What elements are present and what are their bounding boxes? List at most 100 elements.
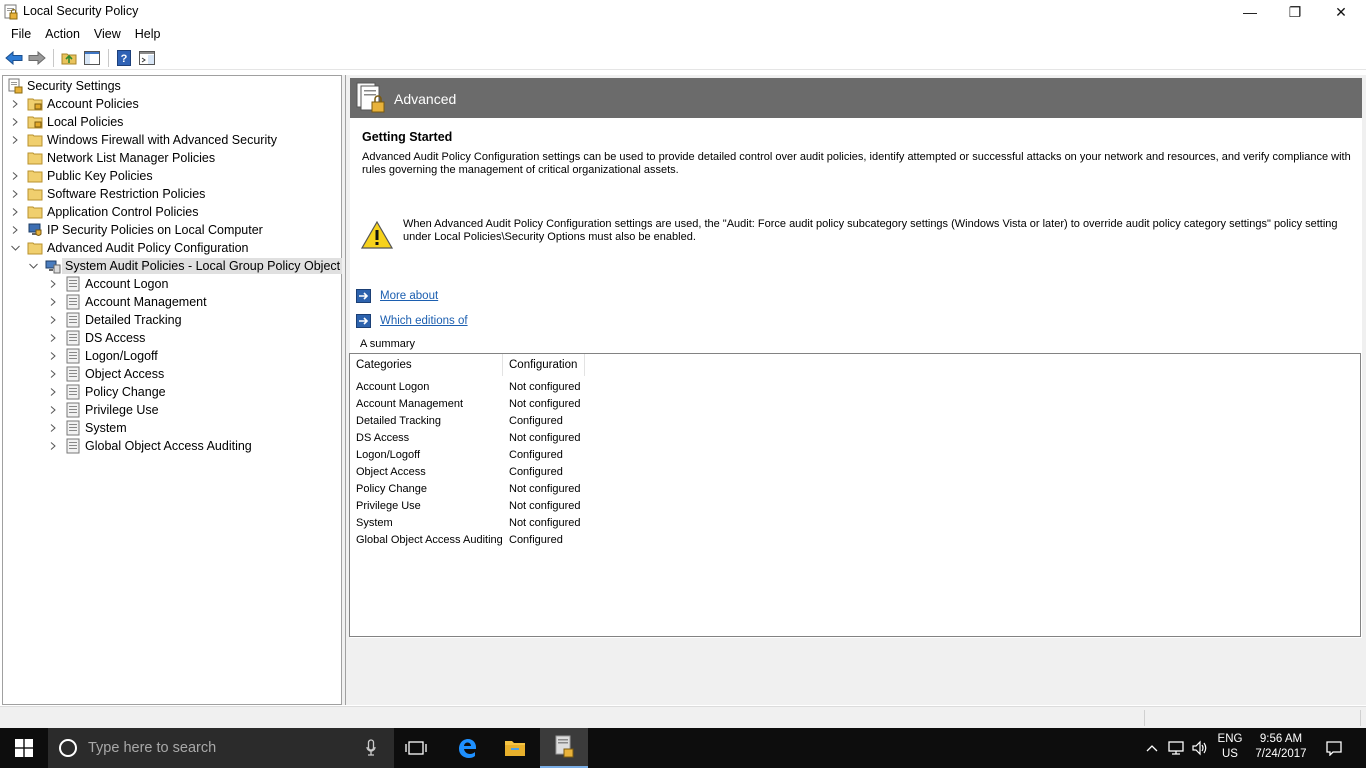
toolbar-separator bbox=[108, 48, 109, 67]
maximize-button[interactable]: ❐ bbox=[1272, 0, 1318, 24]
taskbar-search-box[interactable]: Type here to search bbox=[48, 728, 394, 768]
chevron-right-icon[interactable] bbox=[9, 116, 21, 128]
configuration-cell: Not configured bbox=[509, 500, 581, 512]
tree-child-detailed-tracking[interactable]: Detailed Tracking bbox=[47, 311, 182, 329]
language-code: ENG bbox=[1217, 733, 1243, 745]
console-tree[interactable]: Security Settings Account Policies Local… bbox=[2, 75, 344, 705]
chevron-right-icon[interactable] bbox=[47, 332, 59, 344]
table-row[interactable]: Policy Change Not configured bbox=[350, 481, 590, 498]
more-about-link[interactable]: More about bbox=[380, 290, 438, 302]
chevron-right-icon[interactable] bbox=[47, 314, 59, 326]
table-row[interactable]: Global Object Access Auditing Configured bbox=[350, 532, 590, 549]
table-row[interactable]: Object Access Configured bbox=[350, 464, 590, 481]
language-indicator[interactable]: ENG US bbox=[1212, 733, 1248, 760]
up-folder-icon[interactable] bbox=[59, 48, 79, 68]
table-row[interactable]: Account Management Not configured bbox=[350, 396, 590, 413]
which-editions-link-row[interactable]: Which editions of bbox=[356, 313, 468, 329]
microphone-icon[interactable] bbox=[366, 739, 376, 757]
chevron-right-icon[interactable] bbox=[47, 404, 59, 416]
more-about-link-row[interactable]: More about bbox=[356, 288, 438, 304]
tree-item-local-policies[interactable]: Local Policies bbox=[9, 113, 123, 131]
chevron-right-icon[interactable] bbox=[47, 296, 59, 308]
table-row[interactable]: System Not configured bbox=[350, 515, 590, 532]
table-row[interactable]: Account Logon Not configured bbox=[350, 379, 590, 396]
tree-item-system-audit-policies[interactable]: System Audit Policies - Local Group Poli… bbox=[27, 257, 344, 275]
chevron-right-icon[interactable] bbox=[47, 422, 59, 434]
tree-item-ip-security-policies[interactable]: IP Security Policies on Local Computer bbox=[9, 221, 263, 239]
window-title: Local Security Policy bbox=[23, 4, 139, 18]
chevron-right-icon[interactable] bbox=[9, 98, 21, 110]
menu-file[interactable]: File bbox=[4, 27, 38, 41]
volume-button[interactable] bbox=[1188, 728, 1212, 768]
show-hide-tree-icon[interactable] bbox=[82, 48, 102, 68]
chevron-right-icon[interactable] bbox=[9, 224, 21, 236]
local-security-policy-taskbar-button[interactable] bbox=[540, 728, 588, 768]
policy-document-icon bbox=[65, 312, 81, 328]
chevron-right-icon[interactable] bbox=[9, 206, 21, 218]
tree-item-software-restriction[interactable]: Software Restriction Policies bbox=[9, 185, 205, 203]
tree-item-account-policies[interactable]: Account Policies bbox=[9, 95, 139, 113]
tree-child-policy-change[interactable]: Policy Change bbox=[47, 383, 166, 401]
action-center-button[interactable] bbox=[1318, 728, 1350, 768]
forward-arrow-icon[interactable] bbox=[27, 48, 47, 68]
chevron-right-icon[interactable] bbox=[9, 134, 21, 146]
edge-button[interactable] bbox=[444, 728, 490, 768]
chevron-right-icon[interactable] bbox=[47, 278, 59, 290]
show-hidden-icons-button[interactable] bbox=[1142, 728, 1162, 768]
configuration-cell: Not configured bbox=[509, 398, 581, 410]
back-arrow-icon[interactable] bbox=[4, 48, 24, 68]
tree-root-security-settings[interactable]: Security Settings bbox=[7, 77, 121, 95]
toolbar-separator bbox=[53, 48, 54, 67]
chevron-right-icon[interactable] bbox=[47, 368, 59, 380]
column-header-categories[interactable]: Categories bbox=[350, 354, 503, 376]
tree-child-ds-access[interactable]: DS Access bbox=[47, 329, 145, 347]
minimize-button[interactable]: — bbox=[1227, 0, 1273, 24]
arrow-right-icon bbox=[356, 314, 371, 328]
menu-action[interactable]: Action bbox=[38, 27, 87, 41]
audit-computer-icon bbox=[45, 258, 61, 274]
menu-help[interactable]: Help bbox=[128, 27, 168, 41]
tree-child-logon-logoff[interactable]: Logon/Logoff bbox=[47, 347, 158, 365]
tree-child-account-logon[interactable]: Account Logon bbox=[47, 275, 168, 293]
tree-child-global-object-access-auditing[interactable]: Global Object Access Auditing bbox=[47, 437, 252, 455]
column-header-configuration[interactable]: Configuration bbox=[503, 354, 585, 376]
file-explorer-button[interactable] bbox=[492, 728, 538, 768]
close-button[interactable]: ✕ bbox=[1318, 0, 1364, 24]
tree-item-windows-firewall[interactable]: Windows Firewall with Advanced Security bbox=[9, 131, 277, 149]
table-row[interactable]: DS Access Not configured bbox=[350, 430, 590, 447]
clock[interactable]: 9:56 AM 7/24/2017 bbox=[1248, 733, 1314, 760]
menu-view[interactable]: View bbox=[87, 27, 128, 41]
computer-shield-icon bbox=[27, 222, 43, 238]
chevron-right-icon[interactable] bbox=[47, 350, 59, 362]
tree-child-privilege-use[interactable]: Privilege Use bbox=[47, 401, 159, 419]
chevron-right-icon[interactable] bbox=[9, 170, 21, 182]
tree-item-application-control[interactable]: Application Control Policies bbox=[9, 203, 198, 221]
tree-item-advanced-audit-policy[interactable]: Advanced Audit Policy Configuration bbox=[9, 239, 249, 257]
tree-label: Public Key Policies bbox=[47, 169, 153, 183]
tree-label: Account Management bbox=[85, 295, 207, 309]
tree-item-public-key-policies[interactable]: Public Key Policies bbox=[9, 167, 153, 185]
tree-child-system[interactable]: System bbox=[47, 419, 127, 437]
tree-item-network-list-manager[interactable]: Network List Manager Policies bbox=[9, 149, 215, 167]
tree-label: Policy Change bbox=[85, 385, 166, 399]
table-row[interactable]: Logon/Logoff Configured bbox=[350, 447, 590, 464]
chevron-right-icon[interactable] bbox=[47, 440, 59, 452]
help-icon[interactable]: ? bbox=[114, 48, 134, 68]
summary-table[interactable]: Categories Configuration Account Logon No… bbox=[349, 353, 1361, 637]
start-button[interactable] bbox=[0, 728, 48, 768]
chevron-down-icon[interactable] bbox=[27, 260, 39, 272]
tree-child-object-access[interactable]: Object Access bbox=[47, 365, 164, 383]
local-security-policy-icon bbox=[4, 4, 18, 20]
chevron-down-icon[interactable] bbox=[9, 242, 21, 254]
chevron-right-icon[interactable] bbox=[9, 188, 21, 200]
which-editions-link[interactable]: Which editions of bbox=[380, 315, 468, 327]
table-row[interactable]: Privilege Use Not configured bbox=[350, 498, 590, 515]
policy-document-icon bbox=[65, 276, 81, 292]
table-row[interactable]: Detailed Tracking Configured bbox=[350, 413, 590, 430]
chevron-right-icon[interactable] bbox=[47, 386, 59, 398]
network-button[interactable] bbox=[1164, 728, 1188, 768]
task-view-button[interactable] bbox=[394, 728, 438, 768]
properties-icon[interactable] bbox=[137, 48, 157, 68]
tree-child-account-management[interactable]: Account Management bbox=[47, 293, 207, 311]
getting-started-heading: Getting Started bbox=[362, 130, 453, 144]
